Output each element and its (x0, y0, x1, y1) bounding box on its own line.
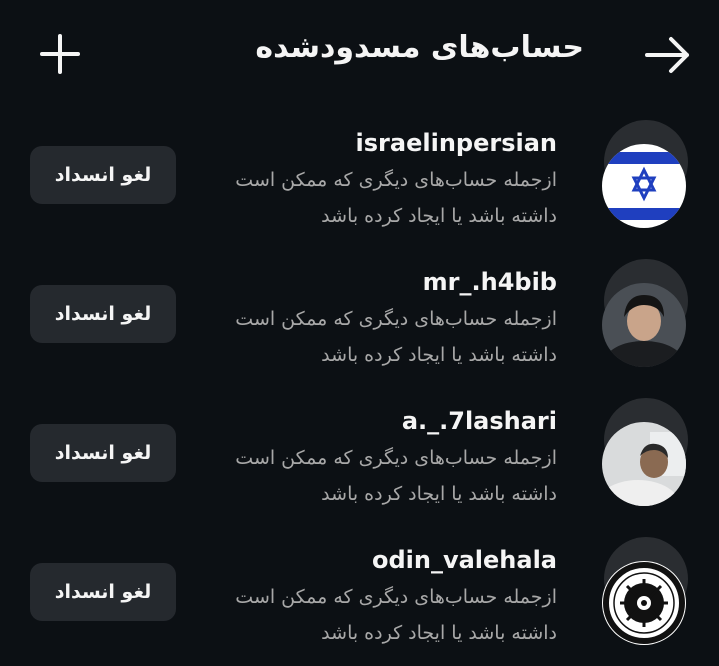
unblock-button[interactable]: لغو انسداد (30, 146, 176, 204)
unblock-button[interactable]: لغو انسداد (30, 285, 176, 343)
avatar[interactable] (600, 398, 692, 506)
account-description: ازجمله حساب‌های دیگری که ممکن است داشته … (235, 308, 557, 366)
list-item: odin_valehala ازجمله حساب‌های دیگری که م… (0, 527, 719, 666)
header: حساب‌های مسدودشده (0, 0, 719, 110)
profile-photo-avatar (602, 422, 686, 506)
unblock-button[interactable]: لغو انسداد (30, 563, 176, 621)
plus-icon[interactable] (38, 32, 82, 76)
avatar[interactable] (600, 120, 692, 228)
page-title: حساب‌های مسدودشده (255, 30, 584, 65)
username[interactable]: odin_valehala (372, 546, 557, 574)
unblock-button[interactable]: لغو انسداد (30, 424, 176, 482)
account-description: ازجمله حساب‌های دیگری که ممکن است داشته … (235, 447, 557, 505)
username[interactable]: a._.7lashari (402, 407, 557, 435)
avatar[interactable] (600, 259, 692, 367)
list-item: israelinpersian ازجمله حساب‌های دیگری که… (0, 110, 719, 249)
list-item: a._.7lashari ازجمله حساب‌های دیگری که مم… (0, 388, 719, 527)
username[interactable]: mr_.h4bib (423, 268, 557, 296)
profile-photo-avatar (602, 283, 686, 367)
username[interactable]: israelinpersian (356, 129, 557, 157)
arrow-right-icon[interactable] (644, 35, 692, 75)
israel-flag-avatar (602, 144, 686, 228)
account-description: ازجمله حساب‌های دیگری که ممکن است داشته … (235, 586, 557, 644)
rune-emblem-avatar (602, 561, 686, 645)
account-description: ازجمله حساب‌های دیگری که ممکن است داشته … (235, 169, 557, 227)
avatar[interactable] (600, 537, 692, 645)
list-item: mr_.h4bib ازجمله حساب‌های دیگری که ممکن … (0, 249, 719, 388)
